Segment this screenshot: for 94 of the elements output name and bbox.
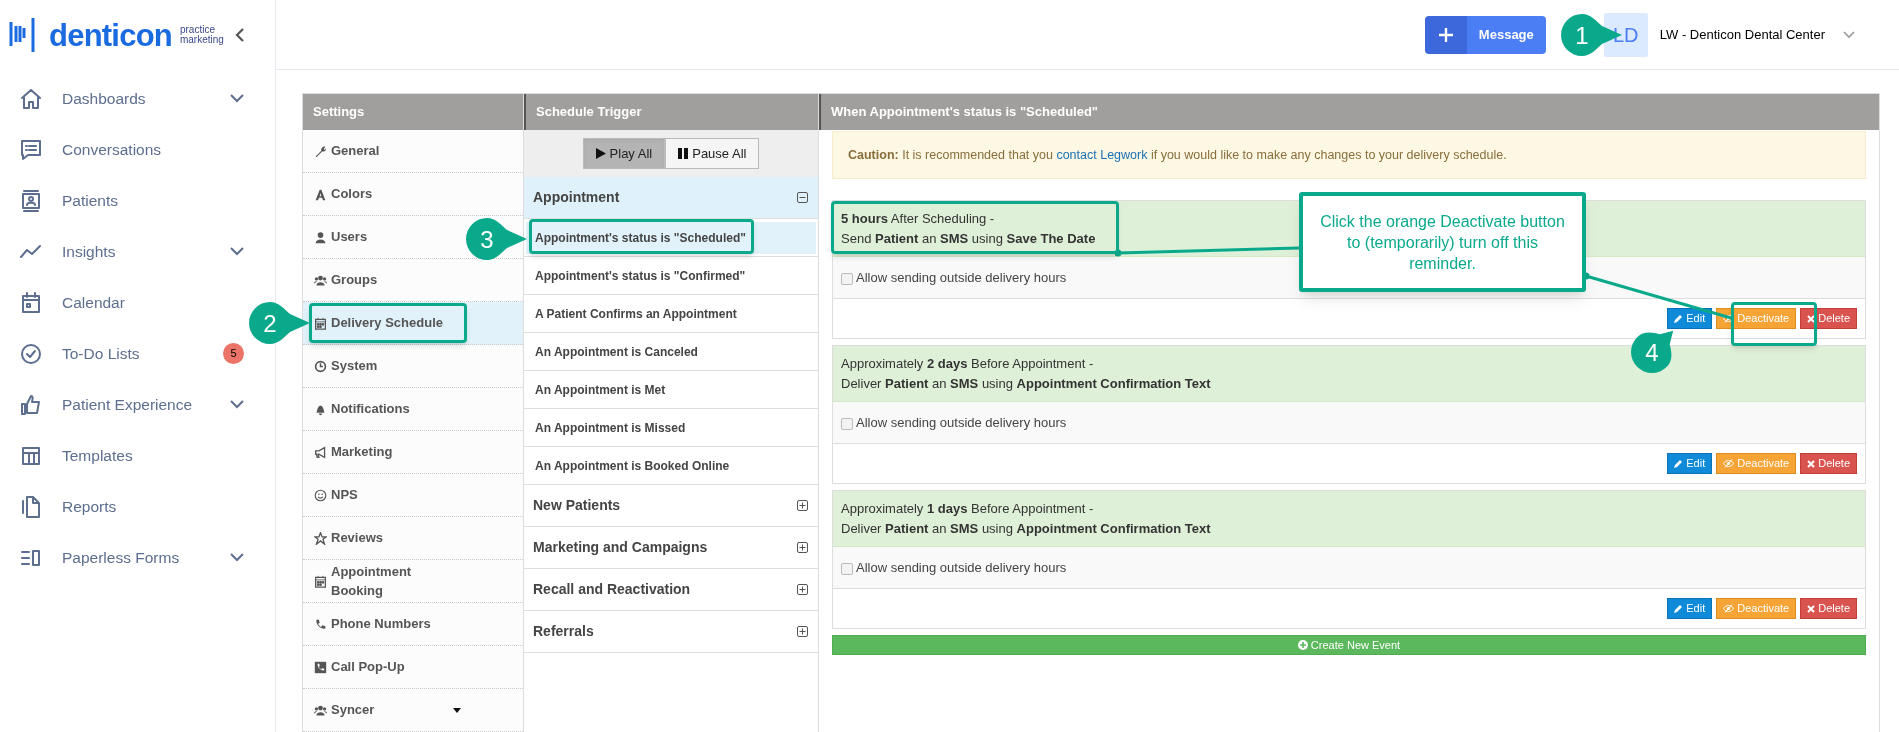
logo-wordmark: denticon <box>49 19 172 51</box>
nav-item[interactable]: Insights <box>0 226 245 277</box>
nav-item[interactable]: Patients <box>0 175 245 226</box>
nav-item[interactable]: Patient Experience <box>0 379 245 430</box>
trigger-item[interactable]: An Appointment is Missed <box>526 411 816 444</box>
nav-icon <box>19 341 43 366</box>
settings-icon <box>314 617 327 631</box>
nav-icon <box>19 188 43 213</box>
trigger-item[interactable]: Appointment's status is "Confirmed" <box>526 259 816 292</box>
delete-button[interactable]: Delete <box>1800 453 1857 474</box>
nav-item[interactable]: Dashboards <box>0 73 245 124</box>
step-marker: 2 <box>246 299 312 347</box>
eye-slash-icon <box>1723 459 1735 468</box>
settings-icon <box>314 187 327 201</box>
nav-item[interactable]: Templates <box>0 430 245 481</box>
checkbox-label: Allow sending outside delivery hours <box>856 558 1067 577</box>
event-description: Approximately 1 days Before Appointment - <box>841 499 1094 518</box>
callout-box: Click the orange Deactivate button to (temporarily) turn off this reminder. <box>1299 192 1586 292</box>
play-all-button[interactable]: Play All <box>582 138 666 169</box>
chevron-down-icon <box>230 553 244 562</box>
nav-item[interactable]: Conversations <box>0 124 245 175</box>
settings-icon <box>314 273 327 287</box>
nav-item[interactable]: Calendar <box>0 277 245 328</box>
expand-icon <box>797 626 808 637</box>
chevron-down-icon[interactable] <box>1843 30 1855 39</box>
settings-icon <box>314 316 327 330</box>
nav-item[interactable]: Reports <box>0 481 245 532</box>
chevron-down-icon <box>230 94 244 103</box>
pencil-icon <box>1674 604 1684 613</box>
nav-icon <box>19 137 43 162</box>
plus-circle-icon <box>1297 640 1308 650</box>
collapse-icon[interactable] <box>235 27 245 43</box>
chevron-down-icon <box>230 400 244 409</box>
nav-icon <box>19 494 43 519</box>
nav-icon <box>19 392 43 417</box>
caret-icon <box>453 707 461 713</box>
column-header: When Appointment's status is "Scheduled" <box>819 94 1879 130</box>
trigger-group[interactable]: Appointment <box>524 177 818 219</box>
settings-icon <box>314 531 327 545</box>
pause-all-button[interactable]: Pause All <box>665 138 760 169</box>
settings-icon <box>314 402 327 416</box>
edit-button[interactable]: Edit <box>1667 598 1713 619</box>
delete-button[interactable]: Delete <box>1800 598 1857 619</box>
close-icon <box>1807 314 1816 323</box>
nav-item[interactable]: Paperless Forms <box>0 532 245 583</box>
pause-icon <box>678 148 689 159</box>
settings-icon <box>314 660 327 674</box>
checkbox[interactable] <box>841 273 853 285</box>
checkbox-label: Allow sending outside delivery hours <box>856 413 1067 432</box>
plus-icon <box>1437 26 1454 43</box>
delete-button[interactable]: Delete <box>1800 308 1857 329</box>
settings-icon <box>314 574 327 588</box>
settings-icon <box>314 445 327 459</box>
nav-icon <box>19 86 43 111</box>
column-header: Schedule Trigger <box>524 94 818 130</box>
settings-icon <box>314 230 327 244</box>
trigger-item[interactable]: An Appointment is Canceled <box>526 335 816 368</box>
edit-button[interactable]: Edit <box>1667 453 1713 474</box>
contact-link[interactable]: contact Legwork <box>1056 147 1148 162</box>
close-icon <box>1807 604 1816 613</box>
settings-icon <box>314 359 327 373</box>
trigger-item[interactable]: An Appointment is Met <box>526 373 816 406</box>
settings-icon <box>314 144 327 158</box>
event-description: 5 hours After Scheduling - <box>841 209 995 228</box>
expand-icon <box>797 542 808 553</box>
column-header: Settings <box>303 94 523 130</box>
step-marker: 3 <box>463 215 529 263</box>
expand-icon <box>797 584 808 595</box>
chevron-down-icon <box>230 247 244 256</box>
nav-icon <box>19 290 43 315</box>
trigger-item[interactable]: A Patient Confirms an Appointment <box>526 297 816 330</box>
account-name[interactable]: LW - Denticon Dental Center <box>1659 24 1825 45</box>
trigger-item[interactable]: An Appointment is Booked Online <box>526 449 816 482</box>
pencil-icon <box>1674 314 1684 323</box>
close-icon <box>1807 459 1816 468</box>
checkbox-label: Allow sending outside delivery hours <box>856 268 1067 287</box>
expand-icon <box>797 500 808 511</box>
nav-item[interactable]: To-Do Lists 5 <box>0 328 245 379</box>
play-icon <box>595 148 606 159</box>
settings-icon <box>314 488 327 502</box>
collapse-icon <box>797 192 808 203</box>
count-badge: 5 <box>223 343 244 364</box>
edit-button[interactable]: Edit <box>1667 308 1713 329</box>
checkbox[interactable] <box>841 563 853 575</box>
caution-message: Caution: It is recommended that you contact Legwork if you would like to make any changes to your delivery schedule. <box>832 131 1866 179</box>
event-description: Send Patient an SMS using Save The Date <box>841 229 1096 248</box>
pencil-icon <box>1674 459 1684 468</box>
checkbox[interactable] <box>841 418 853 430</box>
logo-tagline: practice marketing <box>179 25 224 45</box>
eye-slash-icon <box>1723 604 1735 613</box>
event-description: Approximately 2 days Before Appointment - <box>841 354 1094 373</box>
settings-icon <box>314 703 327 717</box>
event-description: Deliver Patient an SMS using Appointment Confirmation Text <box>841 374 1211 393</box>
event-description: Deliver Patient an SMS using Appointment Confirmation Text <box>841 519 1211 538</box>
